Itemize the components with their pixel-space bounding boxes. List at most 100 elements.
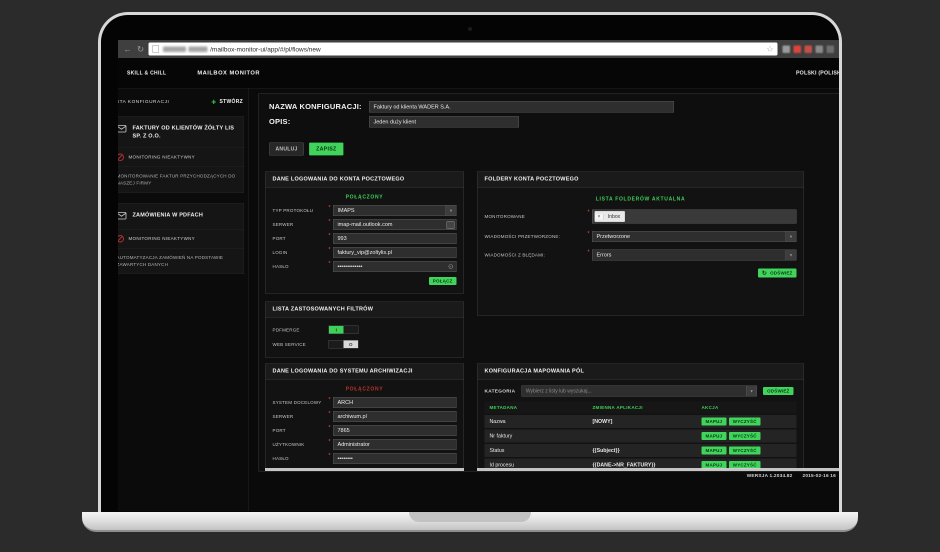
refresh-folders-button[interactable]: ↻ ODŚWIEŻ xyxy=(758,269,797,278)
field-label: SERWER xyxy=(273,222,329,227)
chevron-down-icon[interactable]: ▾ xyxy=(786,232,797,242)
refresh-mapping-button[interactable]: ODŚWIEŻ xyxy=(763,387,793,395)
laptop-screen: ← ↻ /mailbox-monitor-ui/app/#/pl/flows/n… xyxy=(118,40,839,511)
extension-icon[interactable] xyxy=(805,45,813,53)
chevron-down-icon[interactable]: ▾ xyxy=(786,250,797,260)
page-icon xyxy=(153,45,160,53)
required-asterisk: * xyxy=(329,425,331,431)
required-asterisk: * xyxy=(329,411,331,417)
field-label: PORT xyxy=(273,236,329,241)
redacted-domain xyxy=(189,46,208,52)
panel-title: KONFIGURACJA MAPOWANIA PÓL xyxy=(478,364,804,380)
filter-label: PDFMERGE xyxy=(273,327,329,332)
monitored-folders-input[interactable]: × Inbox xyxy=(592,210,797,224)
required-asterisk: * xyxy=(329,261,331,267)
processed-folder-select[interactable]: Przetworzone ▾ xyxy=(592,231,797,242)
envelope-icon xyxy=(118,212,127,222)
save-button[interactable]: ZAPISZ xyxy=(309,143,343,156)
field-label: HASŁO xyxy=(273,264,329,269)
panel-title: LISTA ZASTOSOWANYCH FILTRÓW xyxy=(266,302,464,318)
main-content: NAZWA KONFIGURACJI: Faktury od klienta W… xyxy=(249,89,840,512)
language-selector[interactable]: POLSKI (POLISH) xyxy=(796,70,839,76)
mapping-table-row: Status {{Subject}} MAPUJ WYCZYŚĆ xyxy=(485,444,797,457)
clear-button[interactable]: WYCZYŚĆ xyxy=(729,432,761,440)
version-label: WERSJA 1.2034.82 xyxy=(747,473,793,479)
required-asterisk: * xyxy=(588,210,590,216)
description-input[interactable]: Jeden duży klient xyxy=(369,116,519,128)
configuration-list-title: LISTA KONFIGURACJI xyxy=(118,99,169,105)
app-top-nav: SKILL & CHILL MAILBOX MONITOR POLSKI (PO… xyxy=(118,58,839,89)
port-input[interactable]: 7865 xyxy=(333,425,457,436)
laptop-base-notch xyxy=(409,512,531,522)
app-footer: WERSJA 1.2034.82 2015-02-16 16 xyxy=(747,473,836,479)
back-icon[interactable]: ← xyxy=(124,45,133,54)
monitoring-inactive-icon xyxy=(118,235,124,243)
field-label: HASŁO xyxy=(273,456,329,461)
redacted-domain xyxy=(163,46,186,52)
extension-icon[interactable] xyxy=(783,45,791,53)
field-label: LOGIN xyxy=(273,250,329,255)
chevron-down-icon[interactable]: ▾ xyxy=(446,206,457,216)
reload-icon[interactable]: ↻ xyxy=(137,45,144,54)
folder-tag-chip: × Inbox xyxy=(594,211,625,222)
field-label: WIADOMOŚCI Z BŁĘDAMI: xyxy=(485,253,588,258)
envelope-icon xyxy=(118,125,127,135)
required-asterisk: * xyxy=(329,219,331,225)
required-asterisk: * xyxy=(329,205,331,211)
horizontal-scrollbar[interactable] xyxy=(265,468,464,471)
webcam-dot xyxy=(468,27,472,31)
panel-title: DANE LOGOWANIA DO KONTA POCZTOWEGO xyxy=(266,172,464,188)
configuration-name-input[interactable]: Faktury od klienta WADER S.A. xyxy=(369,101,674,113)
server-input[interactable]: imap-mail.outlook.com xyxy=(333,219,457,230)
extension-icon[interactable] xyxy=(794,45,802,53)
user-input[interactable]: Administrator xyxy=(333,439,457,450)
webservice-toggle[interactable]: O xyxy=(329,340,359,349)
required-asterisk: * xyxy=(329,233,331,239)
login-input[interactable]: faktury_vip@zoltylis.pl xyxy=(333,247,457,258)
connect-button[interactable]: POŁĄCZ xyxy=(429,277,457,285)
port-input[interactable]: 993 xyxy=(333,233,457,244)
required-asterisk: * xyxy=(588,250,590,256)
filter-label: WEB SERVICE xyxy=(273,342,329,347)
configuration-form: NAZWA KONFIGURACJI: Faktury od klienta W… xyxy=(259,94,840,472)
errors-folder-select[interactable]: Errors ▾ xyxy=(592,250,797,261)
mapping-table-row: Nazwa [NOWY] MAPUJ WYCZYŚĆ xyxy=(485,415,797,428)
app-title: MAILBOX MONITOR xyxy=(197,70,260,76)
map-button[interactable]: MAPUJ xyxy=(702,418,727,426)
field-label: SERWER xyxy=(273,414,329,419)
remove-tag-icon[interactable]: × xyxy=(595,214,603,220)
protocol-select[interactable]: IMAPS ▾ xyxy=(333,205,457,216)
browser-extensions xyxy=(783,45,835,53)
map-button[interactable]: MAPUJ xyxy=(702,432,727,440)
target-system-input[interactable]: ARCH xyxy=(333,397,457,408)
clear-button[interactable]: WYCZYŚĆ xyxy=(729,418,761,426)
map-button[interactable]: MAPUJ xyxy=(702,447,727,455)
url-bar[interactable]: /mailbox-monitor-ui/app/#/pl/flows/new ☆ xyxy=(149,43,778,56)
bookmark-star-icon[interactable]: ☆ xyxy=(766,44,773,54)
chevron-down-icon[interactable]: ▾ xyxy=(746,386,757,396)
clear-button[interactable]: WYCZYŚĆ xyxy=(729,447,761,455)
pdfmerge-toggle[interactable]: I xyxy=(329,326,359,335)
password-input[interactable]: ••••••••••••• ⊙ xyxy=(333,261,457,272)
field-mapping-panel: KONFIGURACJA MAPOWANIA PÓL KATEGORIA Wyb… xyxy=(477,364,804,472)
server-input[interactable]: archiwum.pl xyxy=(333,411,457,422)
folders-status: LISTA FOLDERÓW AKTUALNA xyxy=(485,197,797,203)
password-input[interactable]: •••••••• xyxy=(333,453,457,464)
extension-icon[interactable] xyxy=(816,45,824,53)
field-addon-icon[interactable] xyxy=(447,221,455,229)
filters-panel: LISTA ZASTOSOWANYCH FILTRÓW PDFMERGE I xyxy=(265,302,464,358)
category-label: KATEGORIA xyxy=(485,388,516,394)
show-password-eye-icon[interactable]: ⊙ xyxy=(448,263,453,271)
company-logo: SKILL & CHILL xyxy=(127,70,166,76)
required-asterisk: * xyxy=(329,397,331,403)
configuration-card[interactable]: FAKTURY OD KLIENTÓW ŻÓŁTY LIS SP. Z O.O.… xyxy=(118,116,244,193)
create-configuration-button[interactable]: + STWÓRZ xyxy=(211,98,243,107)
category-select[interactable]: Wybierz z listy lub wyszukaj... ▾ xyxy=(521,386,757,397)
archive-login-panel: DANE LOGOWANIA DO SYSTEMU ARCHIWIZACJI P… xyxy=(265,364,464,471)
build-date: 2015-02-16 16 xyxy=(802,473,836,479)
cancel-button[interactable]: ANULUJ xyxy=(269,143,304,156)
monitoring-status: MONITORING NIEAKTYWNY xyxy=(129,155,195,160)
configuration-card[interactable]: ZAMÓWIENIA W PDFACH MONITORING NIEAKTYWN… xyxy=(118,203,244,274)
horizontal-scrollbar[interactable] xyxy=(477,468,839,471)
extension-icon[interactable] xyxy=(827,45,835,53)
